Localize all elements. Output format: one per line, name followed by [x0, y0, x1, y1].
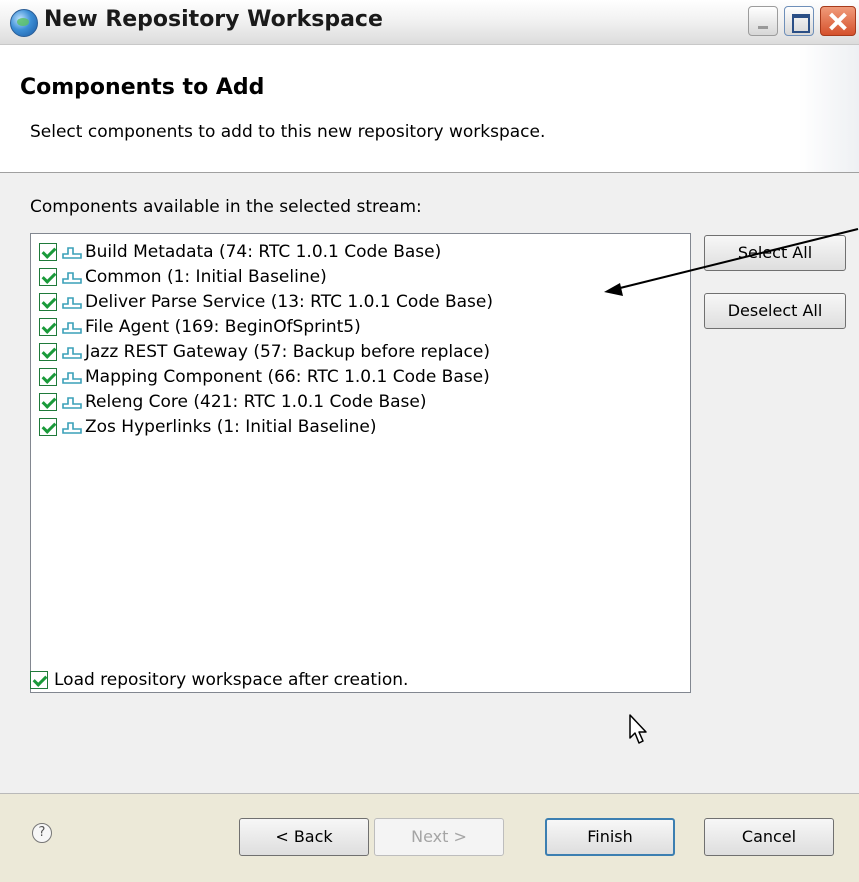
minimize-button[interactable]: [748, 6, 778, 36]
cancel-button[interactable]: Cancel: [704, 818, 834, 856]
header-banner-graphic: [799, 45, 859, 172]
page-title: Components to Add: [20, 75, 265, 100]
components-available-label: Components available in the selected str…: [30, 197, 422, 217]
list-item[interactable]: Build Metadata (74: RTC 1.0.1 Code Base): [39, 240, 441, 264]
list-item[interactable]: Mapping Component (66: RTC 1.0.1 Code Ba…: [39, 365, 490, 389]
checkbox-checked-icon[interactable]: [39, 243, 57, 261]
close-button[interactable]: [820, 6, 856, 36]
component-icon: [62, 397, 82, 409]
load-workspace-option[interactable]: Load repository workspace after creation…: [30, 670, 408, 690]
wizard-body: Components available in the selected str…: [0, 173, 859, 793]
checkbox-checked-icon[interactable]: [39, 318, 57, 336]
checkbox-checked-icon[interactable]: [39, 268, 57, 286]
list-item-label: Zos Hyperlinks (1: Initial Baseline): [85, 417, 377, 437]
component-icon: [62, 247, 82, 259]
help-icon[interactable]: ?: [32, 823, 52, 843]
title-bar[interactable]: New Repository Workspace: [0, 0, 859, 45]
finish-button[interactable]: Finish: [545, 818, 675, 856]
checkbox-checked-icon[interactable]: [39, 418, 57, 436]
window-title: New Repository Workspace: [44, 7, 383, 32]
checkbox-checked-icon[interactable]: [39, 368, 57, 386]
maximize-button[interactable]: [784, 6, 814, 36]
back-button[interactable]: < Back: [239, 818, 369, 856]
list-item-label: Deliver Parse Service (13: RTC 1.0.1 Cod…: [85, 292, 493, 312]
app-globe-icon: [10, 9, 38, 37]
load-workspace-label: Load repository workspace after creation…: [54, 670, 409, 690]
checkbox-checked-icon[interactable]: [39, 343, 57, 361]
list-item-label: Releng Core (421: RTC 1.0.1 Code Base): [85, 392, 427, 412]
deselect-all-button[interactable]: Deselect All: [704, 293, 846, 329]
checkbox-checked-icon[interactable]: [39, 393, 57, 411]
checkbox-checked-icon[interactable]: [39, 293, 57, 311]
list-item[interactable]: Common (1: Initial Baseline): [39, 265, 327, 289]
list-item-label: Jazz REST Gateway (57: Backup before rep…: [85, 342, 490, 362]
component-icon: [62, 372, 82, 384]
list-item[interactable]: Releng Core (421: RTC 1.0.1 Code Base): [39, 390, 426, 414]
component-icon: [62, 297, 82, 309]
list-item-label: File Agent (169: BeginOfSprint5): [85, 317, 361, 337]
list-item[interactable]: Jazz REST Gateway (57: Backup before rep…: [39, 340, 490, 364]
footer-separator: [0, 793, 859, 794]
list-item[interactable]: File Agent (169: BeginOfSprint5): [39, 315, 361, 339]
list-item-label: Mapping Component (66: RTC 1.0.1 Code Ba…: [85, 367, 490, 387]
list-item-label: Common (1: Initial Baseline): [85, 267, 327, 287]
next-button[interactable]: Next >: [374, 818, 504, 856]
select-all-button[interactable]: Select All: [704, 235, 846, 271]
page-description: Select components to add to this new rep…: [30, 122, 546, 142]
list-item[interactable]: Zos Hyperlinks (1: Initial Baseline): [39, 415, 376, 439]
component-icon: [62, 422, 82, 434]
components-list[interactable]: Build Metadata (74: RTC 1.0.1 Code Base)…: [30, 233, 691, 693]
component-icon: [62, 272, 82, 284]
list-item-label: Build Metadata (74: RTC 1.0.1 Code Base): [85, 242, 442, 262]
mouse-pointer-icon: [629, 714, 647, 744]
component-icon: [62, 322, 82, 334]
list-item[interactable]: Deliver Parse Service (13: RTC 1.0.1 Cod…: [39, 290, 493, 314]
wizard-header: Components to Add Select components to a…: [0, 45, 859, 173]
checkbox-checked-icon[interactable]: [30, 671, 48, 689]
component-icon: [62, 347, 82, 359]
